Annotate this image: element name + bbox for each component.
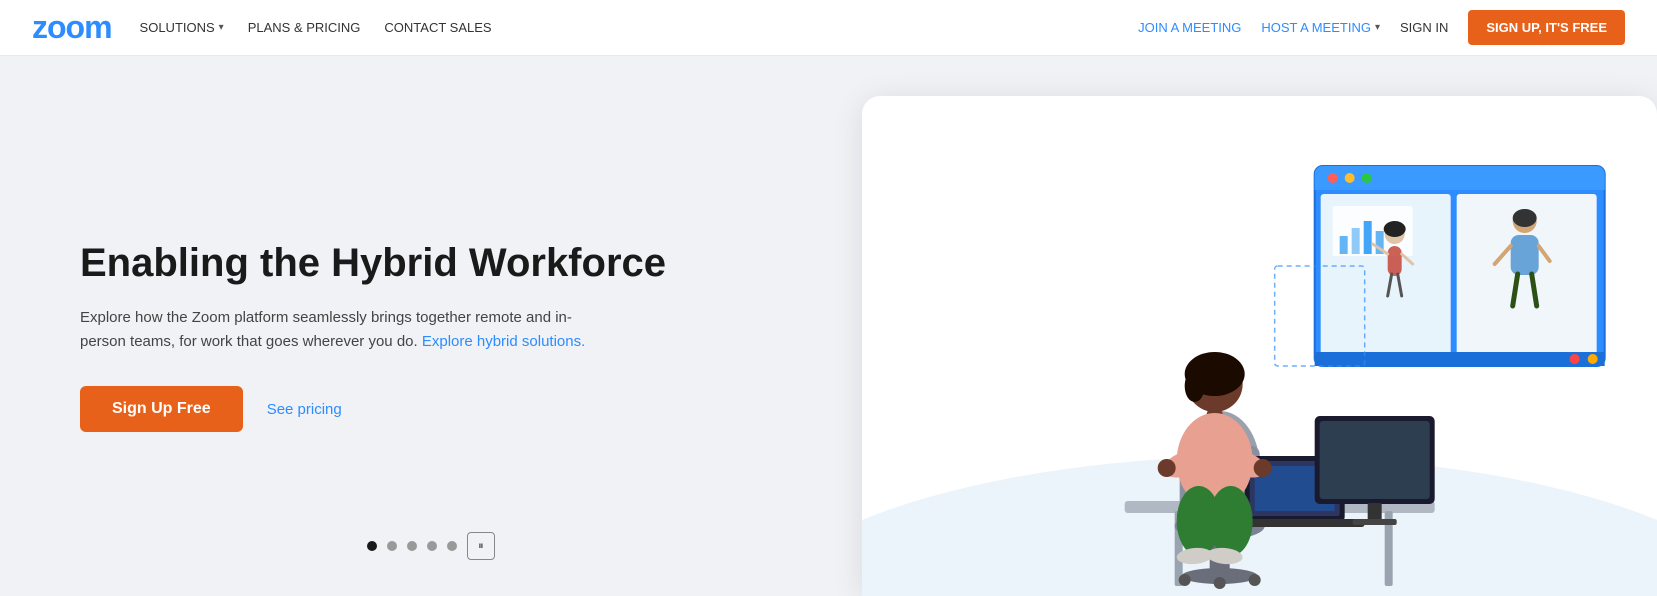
zoom-logo[interactable]: zoom	[32, 9, 112, 46]
carousel-pause-button[interactable]: ⏸	[467, 532, 495, 560]
solutions-chevron-icon: ▾	[219, 22, 224, 33]
hero-section: Enabling the Hybrid Workforce Explore ho…	[0, 56, 1657, 596]
sign-up-free-button[interactable]: Sign Up Free	[80, 386, 243, 432]
see-pricing-link[interactable]: See pricing	[267, 401, 342, 418]
hero-actions: Sign Up Free See pricing	[80, 386, 802, 432]
pause-icon: ⏸	[478, 540, 484, 553]
contact-sales-nav-link[interactable]: CONTACT SALES	[384, 20, 491, 35]
nav-right: JOIN A MEETING HOST A MEETING ▾ SIGN IN …	[1138, 10, 1625, 45]
illustration-container	[862, 116, 1657, 596]
hero-right	[862, 56, 1657, 596]
carousel-dots: ⏸	[367, 532, 495, 560]
carousel-dot-1[interactable]	[367, 541, 377, 551]
host-meeting-link[interactable]: HOST A MEETING ▾	[1261, 20, 1380, 35]
hero-illustration	[862, 116, 1657, 596]
host-meeting-chevron-icon: ▾	[1375, 22, 1380, 33]
signup-free-button[interactable]: SIGN UP, IT'S FREE	[1468, 10, 1625, 45]
carousel-dot-2[interactable]	[387, 541, 397, 551]
hero-left: Enabling the Hybrid Workforce Explore ho…	[0, 56, 862, 596]
carousel-dot-4[interactable]	[427, 541, 437, 551]
join-meeting-link[interactable]: JOIN A MEETING	[1138, 20, 1241, 35]
nav-links: SOLUTIONS ▾ PLANS & PRICING CONTACT SALE…	[140, 20, 492, 35]
navbar: zoom SOLUTIONS ▾ PLANS & PRICING CONTACT…	[0, 0, 1657, 56]
explore-hybrid-link[interactable]: Explore hybrid solutions.	[422, 333, 585, 350]
carousel-dot-5[interactable]	[447, 541, 457, 551]
carousel-dot-3[interactable]	[407, 541, 417, 551]
sign-in-link[interactable]: SIGN IN	[1400, 20, 1448, 35]
hero-description: Explore how the Zoom platform seamlessly…	[80, 306, 600, 354]
solutions-nav-link[interactable]: SOLUTIONS ▾	[140, 20, 224, 35]
nav-left: zoom SOLUTIONS ▾ PLANS & PRICING CONTACT…	[32, 9, 492, 46]
hero-title: Enabling the Hybrid Workforce	[80, 240, 802, 286]
plans-pricing-nav-link[interactable]: PLANS & PRICING	[248, 20, 361, 35]
